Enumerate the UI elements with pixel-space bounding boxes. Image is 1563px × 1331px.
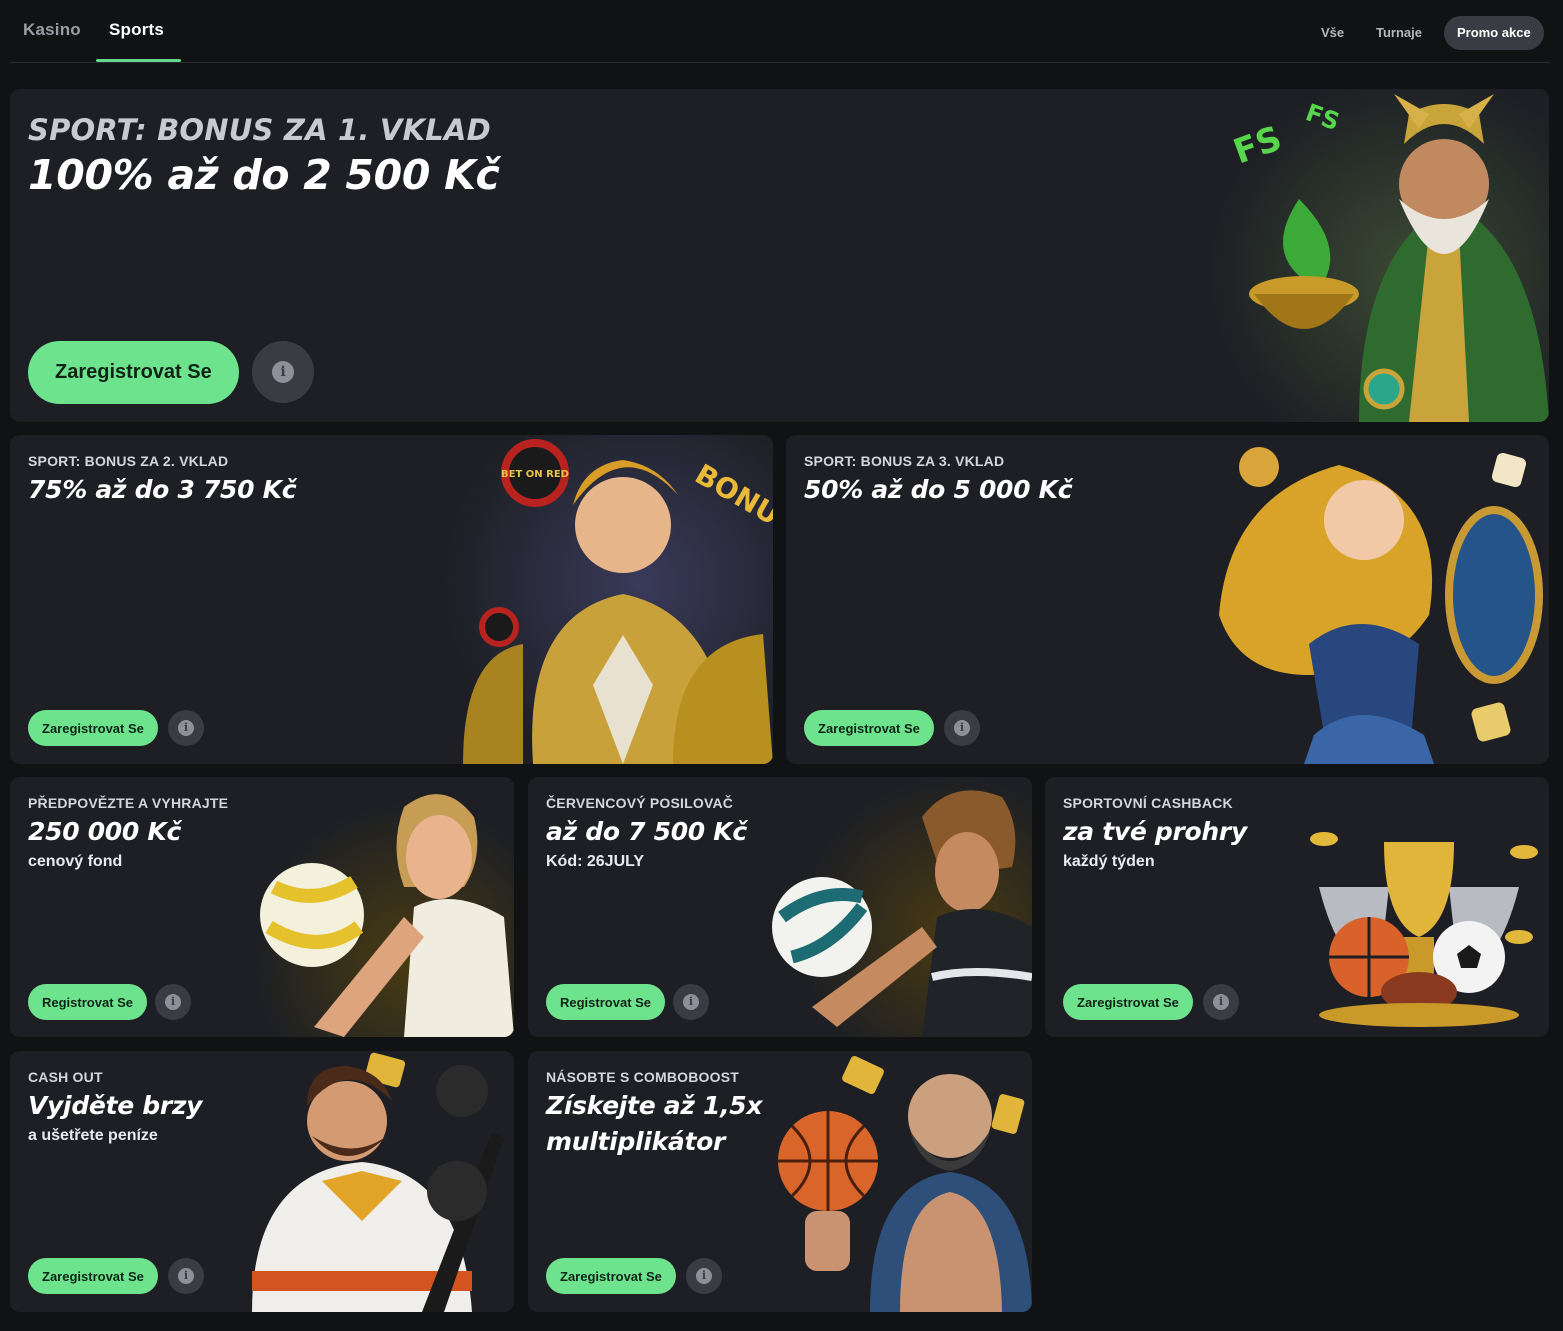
info-icon: i: [178, 1268, 194, 1284]
info-icon: i: [1213, 994, 1229, 1010]
promo-subline: každý týden: [1063, 853, 1155, 870]
promo-subline: a ušetřete peníze: [28, 1127, 158, 1144]
info-button[interactable]: i: [168, 1258, 204, 1294]
register-button[interactable]: Zaregistrovat Se: [28, 1258, 158, 1294]
wizard-illustration: FS FS: [1209, 89, 1549, 422]
register-button[interactable]: Registrovat Se: [546, 984, 666, 1020]
info-button[interactable]: i: [673, 984, 709, 1020]
promo-subline: Kód: 26JULY: [546, 853, 645, 870]
chip-icon: BET ON RED: [501, 469, 569, 480]
promo-card-predict-win: PŘEDPOVĚZTE A VYHRAJTE 250 000 Kč cenový…: [10, 777, 514, 1037]
warrior-girl-illustration: [1209, 435, 1549, 764]
basketball-player-illustration: [770, 1051, 1032, 1312]
promo-card-cash-out: CASH OUT Vyjděte brzy a ušetřete peníze …: [10, 1051, 514, 1312]
register-button[interactable]: Zaregistrovat Se: [28, 341, 239, 404]
promo-headline: 50% až do 5 000 Kč: [804, 475, 1073, 504]
promo-card-sport-bonus-3: SPORT: BONUS ZA 3. VKLAD 50% až do 5 000…: [786, 435, 1549, 764]
info-icon: i: [683, 994, 699, 1010]
promo-eyebrow: SPORT: BONUS ZA 2. VKLAD: [28, 453, 229, 469]
promo-headline-line-2: multiplikátor: [546, 1127, 726, 1156]
promo-headline: za tvé prohry: [1063, 817, 1247, 846]
info-icon: i: [165, 994, 181, 1010]
promo-subline: cenový fond: [28, 853, 123, 870]
promo-eyebrow: ČERVENCOVÝ POSILOVAČ: [546, 795, 734, 811]
promo-eyebrow: SPORTOVNÍ CASHBACK: [1063, 795, 1233, 811]
active-tab-indicator: [96, 59, 181, 62]
trophy-illustration: [1289, 777, 1549, 1037]
register-button[interactable]: Zaregistrovat Se: [28, 710, 158, 746]
knight-illustration: BET ON RED BONUS: [443, 435, 773, 764]
promo-card-comboboost: NÁSOBTE S COMBOBOOST Získejte až 1,5x mu…: [528, 1051, 1032, 1312]
top-navigation: Kasino Sports Vše Turnaje Promo akce: [10, 0, 1550, 63]
promo-headline: Vyjděte brzy: [28, 1091, 203, 1120]
info-button[interactable]: i: [944, 710, 980, 746]
filter-vse[interactable]: Vše: [1308, 16, 1357, 50]
volleyball-player-illustration: [254, 777, 514, 1037]
promo-card-sport-cashback: SPORTOVNÍ CASHBACK za tvé prohry každý t…: [1045, 777, 1549, 1037]
promo-eyebrow: CASH OUT: [28, 1069, 103, 1085]
promo-headline-line-1: Získejte až 1,5x: [546, 1091, 763, 1120]
hockey-player-illustration: [252, 1051, 514, 1312]
promo-eyebrow: SPORT: BONUS ZA 1. VKLAD: [28, 113, 491, 147]
promo-eyebrow: NÁSOBTE S COMBOBOOST: [546, 1069, 740, 1085]
promo-card-sport-bonus-1: SPORT: BONUS ZA 1. VKLAD 100% až do 2 50…: [10, 89, 1549, 422]
info-button[interactable]: i: [1203, 984, 1239, 1020]
filter-turnaje[interactable]: Turnaje: [1363, 16, 1435, 50]
promo-card-july-booster: ČERVENCOVÝ POSILOVAČ až do 7 500 Kč Kód:…: [528, 777, 1032, 1037]
promo-headline: 75% až do 3 750 Kč: [28, 475, 297, 504]
promo-headline: 250 000 Kč: [28, 817, 181, 846]
promo-headline: 100% až do 2 500 Kč: [28, 151, 500, 199]
register-button[interactable]: Zaregistrovat Se: [1063, 984, 1193, 1020]
tab-sports[interactable]: Sports: [109, 20, 164, 40]
promo-eyebrow: SPORT: BONUS ZA 3. VKLAD: [804, 453, 1005, 469]
info-button[interactable]: i: [686, 1258, 722, 1294]
register-button[interactable]: Zaregistrovat Se: [546, 1258, 676, 1294]
volleyball-athlete-illustration: [772, 777, 1032, 1037]
register-button[interactable]: Registrovat Se: [28, 984, 148, 1020]
promo-eyebrow: PŘEDPOVĚZTE A VYHRAJTE: [28, 795, 229, 811]
register-button[interactable]: Zaregistrovat Se: [804, 710, 934, 746]
info-button[interactable]: i: [168, 710, 204, 746]
info-icon: i: [954, 720, 970, 736]
info-button[interactable]: i: [252, 341, 314, 403]
info-button[interactable]: i: [155, 984, 191, 1020]
filter-promo-akce[interactable]: Promo akce: [1444, 16, 1544, 50]
tab-kasino[interactable]: Kasino: [23, 20, 81, 40]
promo-headline: až do 7 500 Kč: [546, 817, 747, 846]
info-icon: i: [272, 361, 294, 383]
promo-card-sport-bonus-2: SPORT: BONUS ZA 2. VKLAD 75% až do 3 750…: [10, 435, 773, 764]
info-icon: i: [696, 1268, 712, 1284]
info-icon: i: [178, 720, 194, 736]
